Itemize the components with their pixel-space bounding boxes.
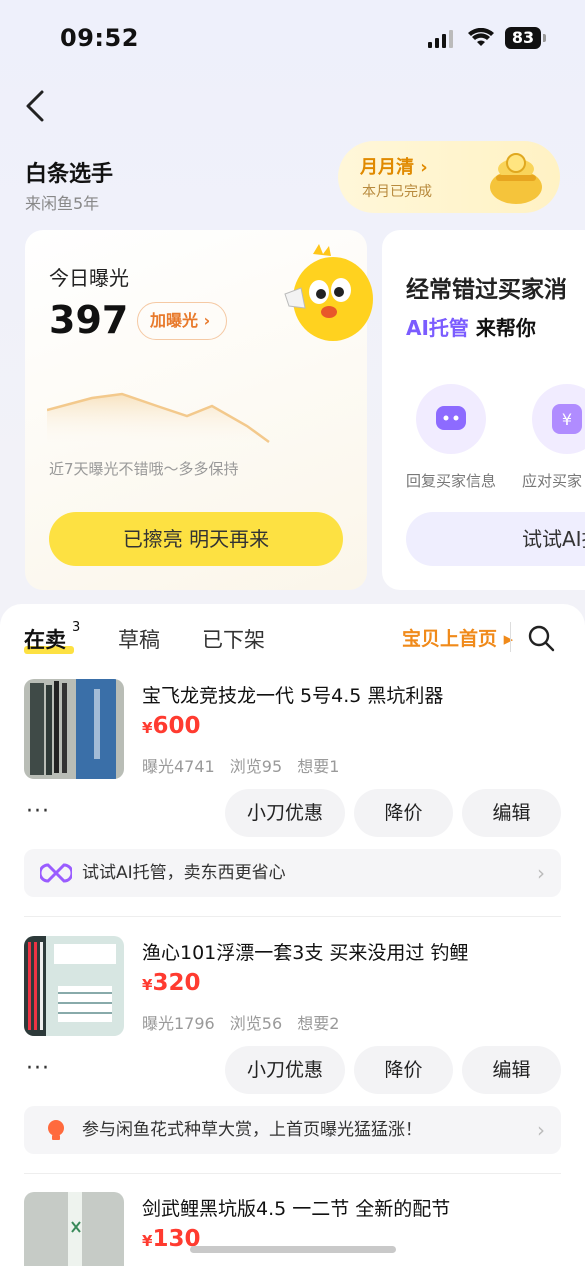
try-ai-button[interactable]: 试试AI托 bbox=[406, 512, 585, 566]
ai-hosting-label: AI托管 bbox=[406, 316, 469, 340]
more-options-button[interactable]: ··· bbox=[26, 1056, 50, 1081]
item-divider bbox=[24, 1173, 561, 1174]
homepage-promo-link[interactable]: 宝贝上首页 ▸ bbox=[402, 624, 513, 651]
item-thumbnail[interactable] bbox=[24, 679, 124, 779]
polish-done-button[interactable]: 已擦亮 明天再来 bbox=[49, 512, 343, 566]
item-title: 渔心101浮漂一套3支 买来没用过 钓鲤 bbox=[142, 942, 469, 964]
item-stats: 曝光1796 浏览56 想要2 bbox=[142, 1014, 340, 1033]
banner-text: 参与闲鱼花式种草大赏，上首页曝光猛猛涨！ bbox=[82, 1120, 422, 1140]
monthly-title: 月月清 › bbox=[360, 157, 428, 178]
listing-item[interactable]: 宝飞龙竞技龙一代 5号4.5 黑坑利器 ¥600 曝光4741 浏览95 想要1… bbox=[0, 679, 585, 936]
ai-card-subtitle: AI托管 来帮你 bbox=[406, 312, 536, 341]
item-price: ¥600 bbox=[142, 713, 201, 739]
yuan-price-icon: ¥ bbox=[532, 384, 585, 454]
item-stats: 曝光4741 浏览95 想要1 bbox=[142, 757, 340, 776]
banner-text: 试试AI托管，卖东西更省心 bbox=[82, 863, 286, 883]
ai-card-title: 经常错过买家消 bbox=[406, 277, 567, 303]
more-options-button[interactable]: ··· bbox=[26, 799, 50, 824]
monthly-clear-pill[interactable]: 月月清 › 本月已完成 bbox=[338, 141, 560, 213]
exposure-card: 今日曝光 397 加曝光 › 近7天曝光不错哦～多多保持 已擦亮 明天再来 bbox=[25, 230, 373, 590]
chevron-right-icon: › bbox=[537, 1118, 545, 1142]
tab-drafts[interactable]: 草稿 bbox=[118, 624, 160, 654]
exposure-trend-chart bbox=[47, 392, 270, 450]
monthly-subtitle: 本月已完成 bbox=[362, 184, 432, 200]
listing-item[interactable]: 渔心101浮漂一套3支 买来没用过 钓鲤 ¥320 曝光1796 浏览56 想要… bbox=[0, 936, 585, 1193]
edit-button[interactable]: 编辑 bbox=[462, 789, 561, 837]
item-thumbnail[interactable] bbox=[24, 1192, 124, 1266]
search-icon[interactable] bbox=[527, 624, 555, 652]
ai-hosting-suffix: 来帮你 bbox=[468, 316, 536, 340]
battery-indicator: 83 bbox=[505, 27, 546, 49]
divider bbox=[510, 622, 511, 652]
exposure-label: 今日曝光 bbox=[49, 266, 129, 290]
small-discount-button[interactable]: 小刀优惠 bbox=[225, 789, 345, 837]
item-title: 宝飞龙竞技龙一代 5号4.5 黑坑利器 bbox=[142, 685, 444, 707]
feature-handle-label: 应对买家 bbox=[522, 472, 583, 490]
lightbulb-icon bbox=[48, 1120, 64, 1140]
home-indicator bbox=[190, 1246, 396, 1253]
wifi-icon bbox=[468, 28, 494, 46]
status-time: 09:52 bbox=[60, 24, 139, 52]
ai-infinity-icon bbox=[40, 863, 72, 883]
chat-bubble-icon bbox=[416, 384, 486, 454]
back-arrow-icon[interactable] bbox=[22, 88, 48, 124]
reduce-price-button[interactable]: 降价 bbox=[354, 789, 453, 837]
reduce-price-button[interactable]: 降价 bbox=[354, 1046, 453, 1094]
svg-text:¥: ¥ bbox=[562, 410, 572, 429]
trend-tip: 近7天曝光不错哦～多多保持 bbox=[49, 460, 239, 478]
item-price: ¥320 bbox=[142, 970, 201, 996]
user-since: 来闲鱼5年 bbox=[25, 194, 100, 213]
user-name: 白条选手 bbox=[25, 162, 114, 187]
promo-banner[interactable]: 参与闲鱼花式种草大赏，上首页曝光猛猛涨！ › bbox=[24, 1106, 561, 1154]
listing-panel: 在卖 3 草稿 已下架 宝贝上首页 ▸ 宝飞龙竞技龙一代 5号4.5 黑坑利器 … bbox=[0, 604, 585, 1266]
mascot-chick-icon bbox=[284, 244, 373, 341]
item-title: 剑武鲤黑坑版4.5 一二节 全新的配节 bbox=[142, 1198, 451, 1220]
ai-hosting-card[interactable]: 经常错过买家消 AI托管 来帮你 ¥ 回复买家信息 应对买家 试试AI托 bbox=[382, 230, 585, 590]
listing-item[interactable]: 剑武鲤黑坑版4.5 一二节 全新的配节 ¥130 bbox=[0, 1192, 585, 1266]
exposure-count: 397 bbox=[49, 298, 129, 342]
boost-exposure-button[interactable]: 加曝光 › bbox=[137, 302, 227, 340]
ai-hosting-banner[interactable]: 试试AI托管，卖东西更省心 › bbox=[24, 849, 561, 897]
small-discount-button[interactable]: 小刀优惠 bbox=[225, 1046, 345, 1094]
feature-reply-label: 回复买家信息 bbox=[406, 472, 497, 490]
item-divider bbox=[24, 916, 561, 917]
chevron-right-icon: › bbox=[537, 861, 545, 885]
coin-bag-icon bbox=[490, 153, 542, 204]
cellular-signal-icon bbox=[428, 30, 453, 48]
tab-offline[interactable]: 已下架 bbox=[202, 624, 265, 654]
edit-button[interactable]: 编辑 bbox=[462, 1046, 561, 1094]
tab-selling[interactable]: 在卖 bbox=[24, 624, 66, 654]
selling-count-badge: 3 bbox=[72, 620, 81, 635]
item-thumbnail[interactable] bbox=[24, 936, 124, 1036]
